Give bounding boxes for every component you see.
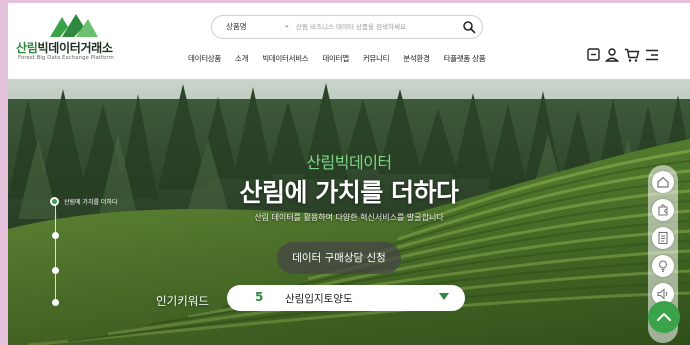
purchase-consult-button[interactable]: 데이터 구매상담 신청 [277,242,401,274]
quick-document-button[interactable] [652,227,674,249]
search-category-select[interactable]: 상품명 [226,21,247,32]
main-nav: 데이터상품 소개 빅데이터서비스 데이터맵 커뮤니티 분석환경 타플랫폼 상품 [188,53,499,67]
admin-icon[interactable] [586,47,602,63]
home-icon [657,176,669,188]
lightbulb-icon [658,260,668,272]
user-icon[interactable] [604,47,620,63]
timeline-dot[interactable] [52,267,59,274]
logo-mark-icon [50,14,98,37]
menu-icon[interactable] [644,47,660,63]
nav-item-community[interactable]: 커뮤니티 [363,53,390,67]
quick-idea-button[interactable] [652,255,674,277]
nav-item-data-map[interactable]: 데이터맵 [322,53,349,67]
timeline-dot[interactable] [52,232,59,239]
site-header: 산림빅데이터거래소 Forest Big Data Exchange Platf… [8,3,690,79]
document-icon [658,231,668,245]
hero-banner: 산림빅데이터 산림에 가치를 더하다 산림 데이터를 활용하여 다양한 혁신서비… [8,79,690,345]
popular-keyword-label: 인기키워드 [156,294,209,308]
nav-item-data-products[interactable]: 데이터상품 [188,53,221,67]
scroll-top-button[interactable] [648,301,680,333]
timeline-dot[interactable] [52,299,59,306]
search-bar: 상품명 ⌄ [211,15,483,39]
cart-icon[interactable] [624,47,640,63]
nav-item-other-platform[interactable]: 타플랫폼 상품 [444,53,486,67]
search-input[interactable] [296,19,456,34]
chevron-up-icon [657,313,671,321]
logo-title: 산림빅데이터거래소 [16,39,113,56]
nav-item-bigdata-service[interactable]: 빅데이터서비스 [262,53,309,67]
speaker-icon [657,288,668,300]
logo-title-green: 산림 [16,41,38,55]
puzzle-icon [658,204,668,216]
logo-title-dark: 빅데이터거래소 [37,41,113,55]
logo-subtitle: Forest Big Data Exchange Platform [18,55,114,61]
dropdown-arrow-icon[interactable] [439,293,449,300]
page-frame: 산림빅데이터거래소 Forest Big Data Exchange Platf… [8,3,690,345]
quick-puzzle-button[interactable] [652,199,674,221]
search-icon[interactable] [462,20,476,34]
keyword-text: 산림입지토양도 [285,293,353,305]
quick-home-button[interactable] [652,171,674,193]
site-logo[interactable]: 산림빅데이터거래소 Forest Big Data Exchange Platf… [16,11,126,67]
popular-keyword-selector[interactable]: 5 산림입지토양도 [227,285,465,311]
timeline-dot-active[interactable] [50,197,59,206]
nav-item-analysis[interactable]: 분석환경 [403,53,430,67]
timeline-line [55,203,56,303]
slide-timeline: 산림에 가치를 더하다 [50,197,170,307]
nav-item-about[interactable]: 소개 [235,53,249,67]
timeline-label: 산림에 가치를 더하다 [64,199,118,206]
chevron-down-icon[interactable]: ⌄ [284,21,290,29]
keyword-rank: 5 [255,290,264,304]
hero-kicker: 산림빅데이터 [306,153,392,172]
